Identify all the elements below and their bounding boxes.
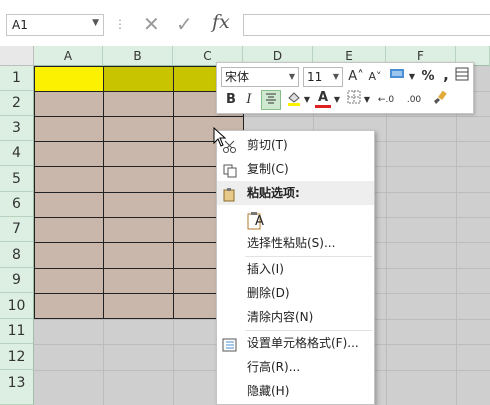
- menu-item-row-height[interactable]: 行高(R)...: [217, 355, 374, 379]
- row-header-2[interactable]: 2: [0, 91, 34, 116]
- column-header-b[interactable]: B: [103, 46, 173, 66]
- fill-color-icon[interactable]: [285, 90, 303, 110]
- mouse-cursor-icon: [213, 127, 227, 147]
- gridline: [243, 116, 490, 117]
- accounting-format-icon[interactable]: [387, 67, 409, 87]
- chevron-down-icon[interactable]: ▼: [333, 68, 339, 86]
- format-table-icon[interactable]: [453, 67, 471, 87]
- menu-item-label: 行高(R)...: [247, 360, 301, 374]
- menu-item-label: 选择性粘贴(S)...: [247, 236, 336, 250]
- chevron-down-icon[interactable]: ▼: [333, 90, 341, 110]
- menu-item-label: 清除内容(N): [247, 310, 314, 324]
- comma-style-button[interactable]: ,: [439, 65, 453, 85]
- menu-item-copy[interactable]: 复制(C): [217, 157, 374, 181]
- table-border: [34, 318, 243, 319]
- menu-item-clear-contents[interactable]: 清除内容(N): [217, 305, 374, 329]
- row-header-1[interactable]: 1: [0, 66, 34, 91]
- align-center-button[interactable]: [261, 90, 281, 110]
- table-border: [34, 268, 243, 269]
- name-box[interactable]: A1 ▼: [6, 14, 104, 36]
- table-border: [34, 217, 243, 218]
- row-header-8[interactable]: 8: [0, 242, 34, 268]
- font-color-button[interactable]: A: [315, 88, 331, 108]
- gridline: [173, 319, 174, 405]
- menu-item-label: 删除(D): [247, 286, 290, 300]
- font-name-value: 宋体: [225, 70, 250, 84]
- menu-item-label: 复制(C): [247, 162, 289, 176]
- table-body-range[interactable]: [34, 91, 243, 319]
- borders-icon[interactable]: [345, 90, 363, 110]
- shrink-font-button[interactable]: A˅: [366, 67, 384, 87]
- row-header-3[interactable]: 3: [0, 116, 34, 141]
- cancel-icon[interactable]: ✕: [143, 12, 160, 36]
- menu-item-label: 隐藏(H): [247, 384, 290, 398]
- table-border: [34, 91, 243, 92]
- increase-decimal-button[interactable]: ←.0: [373, 90, 399, 110]
- menu-item-label: 剪切(T): [247, 138, 288, 152]
- insert-function-button[interactable]: fx: [212, 11, 230, 33]
- row-header-10[interactable]: 10: [0, 293, 34, 319]
- table-border: [34, 293, 243, 294]
- chevron-down-icon[interactable]: ▼: [408, 67, 416, 87]
- table-border: [34, 141, 243, 142]
- name-box-value: A1: [12, 18, 28, 32]
- row-header-11[interactable]: 11: [0, 319, 34, 344]
- table-border: [34, 166, 243, 167]
- chevron-down-icon[interactable]: ▼: [363, 90, 371, 110]
- formula-bar-grip-icon: ⋮: [114, 17, 126, 31]
- menu-item-cut[interactable]: 剪切(T): [217, 133, 374, 157]
- menu-item-label: 粘贴选项:: [247, 186, 300, 200]
- row-header-13[interactable]: 13: [0, 370, 34, 405]
- select-all-corner[interactable]: [0, 46, 34, 66]
- table-border: [34, 192, 243, 193]
- menu-item-label: 设置单元格格式(F)...: [247, 336, 359, 350]
- gridline: [103, 319, 104, 405]
- menu-item-paste-special[interactable]: 选择性粘贴(S)...: [217, 231, 374, 255]
- table-border: [34, 242, 243, 243]
- font-size-select[interactable]: 11 ▼: [303, 67, 343, 87]
- table-border: [34, 116, 243, 117]
- row-header-9[interactable]: 9: [0, 268, 34, 293]
- menu-item-hide[interactable]: 隐藏(H): [217, 379, 374, 403]
- formula-bar: A1 ▼ ⋮ ✕ ✓ fx: [0, 0, 490, 46]
- cell-a1[interactable]: [34, 66, 103, 91]
- chevron-down-icon[interactable]: ▼: [92, 18, 99, 28]
- paste-option-letter: A: [255, 214, 264, 229]
- row-header-5[interactable]: 5: [0, 166, 34, 192]
- menu-item-format-cells[interactable]: 设置单元格格式(F)...: [217, 331, 374, 355]
- row-header-6[interactable]: 6: [0, 192, 34, 217]
- menu-item-insert[interactable]: 插入(I): [217, 257, 374, 281]
- chevron-down-icon[interactable]: ▼: [303, 90, 311, 110]
- row-header-12[interactable]: 12: [0, 344, 34, 370]
- menu-item-label: 插入(I): [247, 262, 284, 276]
- grow-font-button[interactable]: A˄: [347, 67, 365, 87]
- percent-style-button[interactable]: %: [419, 67, 437, 87]
- italic-button[interactable]: I: [241, 90, 257, 110]
- bold-button[interactable]: B: [223, 90, 239, 110]
- chevron-down-icon[interactable]: ▼: [289, 68, 295, 86]
- column-header-a[interactable]: A: [34, 46, 103, 66]
- menu-item-delete[interactable]: 删除(D): [217, 281, 374, 305]
- formula-input[interactable]: [243, 14, 490, 36]
- format-cells-icon: [222, 336, 238, 352]
- menu-item-paste-options: 粘贴选项:: [217, 181, 374, 205]
- font-size-value: 11: [307, 70, 323, 84]
- mini-toolbar: 宋体 ▼ 11 ▼ A˄ A˅ ▼ % , B I ▼ A ▼ ▼ ←.0 .0…: [216, 62, 474, 114]
- row-header-7[interactable]: 7: [0, 217, 34, 242]
- decrease-decimal-button[interactable]: .00: [401, 90, 427, 110]
- copy-icon: [222, 162, 238, 178]
- enter-icon[interactable]: ✓: [176, 12, 193, 36]
- context-menu: 剪切(T) 复制(C) 粘贴选项: A 选择性粘贴(S)... 插入(I) 删除…: [216, 130, 375, 405]
- row-header-4[interactable]: 4: [0, 141, 34, 166]
- clipboard-icon: [222, 186, 238, 202]
- font-name-select[interactable]: 宋体 ▼: [221, 67, 299, 87]
- table-border: [34, 66, 243, 67]
- paintbrush-icon[interactable]: [429, 90, 449, 110]
